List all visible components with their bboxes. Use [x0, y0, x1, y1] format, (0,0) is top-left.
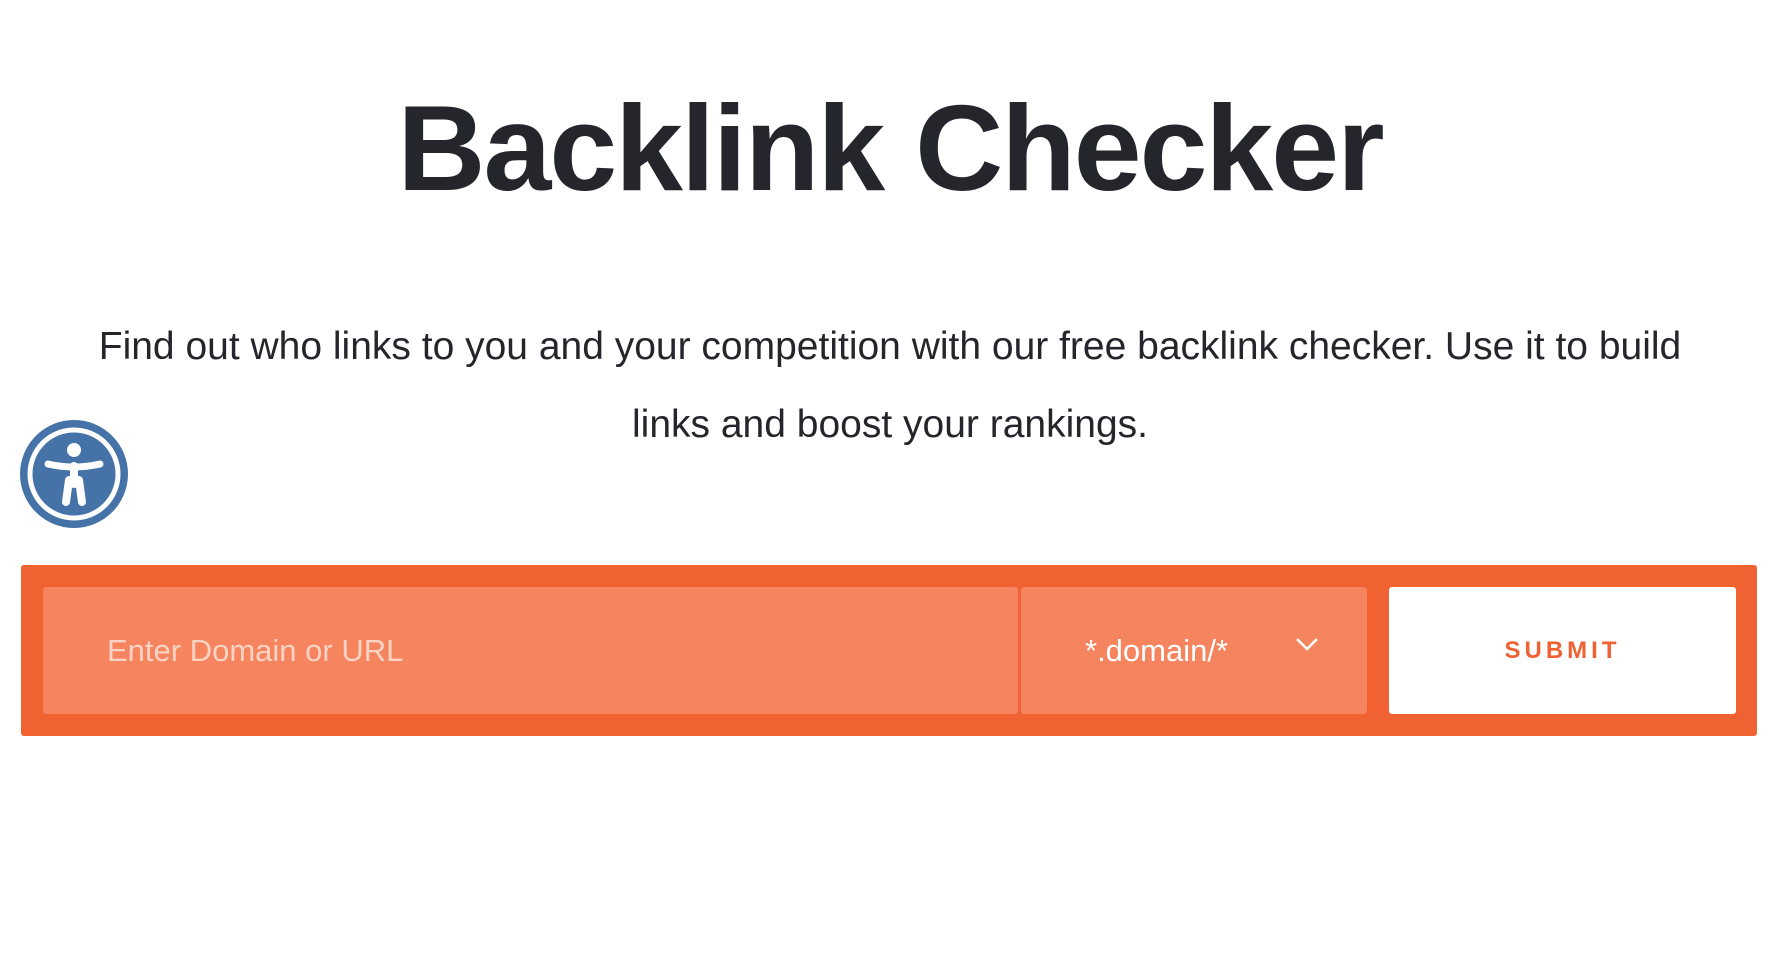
chevron-down-icon: [1296, 638, 1318, 651]
accessibility-button[interactable]: [20, 420, 128, 528]
description-line-1: Find out who links to you and your compe…: [98, 325, 1682, 368]
mode-select[interactable]: *.domain/*: [1021, 587, 1367, 714]
page-description: Find out who links to you and your compe…: [20, 308, 1760, 464]
page-title: Backlink Checker: [397, 80, 1384, 216]
mode-select-value: *.domain/*: [1085, 632, 1229, 668]
domain-url-placeholder: Enter Domain or URL: [107, 632, 404, 668]
description-line-2: links and boost your rankings.: [632, 403, 1148, 446]
search-form: Enter Domain or URL *.domain/* SUBMIT: [21, 565, 1757, 736]
accessibility-icon: [27, 427, 121, 521]
domain-url-input[interactable]: Enter Domain or URL: [43, 587, 1018, 714]
submit-button[interactable]: SUBMIT: [1389, 587, 1736, 714]
